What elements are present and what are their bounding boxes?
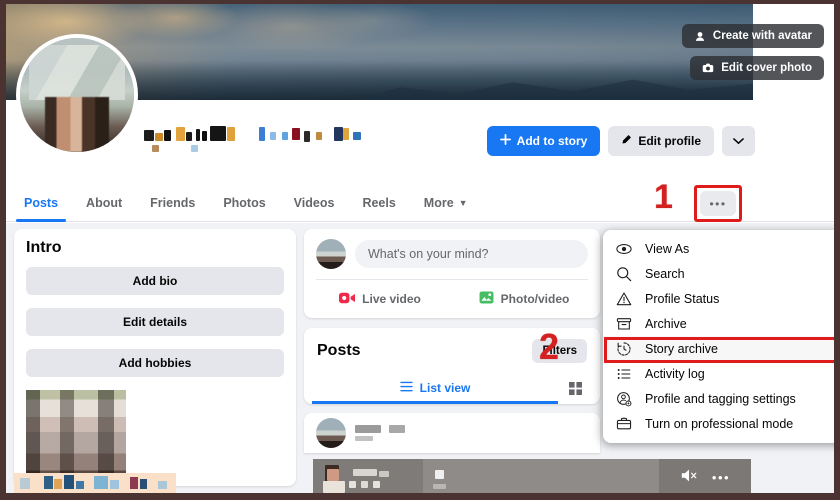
- intro-card: Intro Add bio Edit details Add hobbies: [14, 229, 296, 486]
- tab-friends[interactable]: Friends: [136, 184, 209, 222]
- post-item-stub[interactable]: [304, 413, 600, 453]
- menu-item-profile-tagging-label: Profile and tagging settings: [645, 392, 796, 406]
- tab-posts-label: Posts: [24, 196, 58, 210]
- tab-about[interactable]: About: [72, 184, 136, 222]
- camera-icon: [702, 62, 714, 74]
- profile-action-buttons: Add to story Edit profile: [487, 126, 755, 156]
- pencil-icon: [621, 134, 632, 148]
- warning-triangle-icon: [615, 290, 633, 308]
- video-player-bar[interactable]: •••: [313, 459, 751, 493]
- tab-friends-label: Friends: [150, 196, 195, 210]
- screenshot-frame: Create with avatar Edit cover photo: [0, 0, 840, 500]
- edit-details-button[interactable]: Edit details: [26, 308, 284, 336]
- briefcase-icon: [615, 415, 633, 433]
- bottom-peach-strip: [14, 473, 176, 493]
- profile-actions-dropdown-button[interactable]: [722, 126, 755, 156]
- eye-icon: [615, 240, 633, 258]
- annotation-number-1: 1: [654, 180, 673, 214]
- menu-item-archive[interactable]: Archive: [603, 311, 834, 336]
- edit-profile-button[interactable]: Edit profile: [608, 126, 714, 156]
- avatar-image-pixelated: [20, 38, 134, 152]
- profile-header-row: Add to story Edit profile: [6, 100, 834, 184]
- menu-item-profile-status-label: Profile Status: [645, 292, 719, 306]
- list-icon: [400, 381, 413, 395]
- facebook-profile-page: Create with avatar Edit cover photo: [6, 4, 834, 493]
- tab-videos[interactable]: Videos: [280, 184, 349, 222]
- list-view-tab[interactable]: List view: [312, 372, 558, 404]
- menu-item-profile-tagging-settings[interactable]: Profile and tagging settings: [603, 386, 834, 411]
- add-hobbies-button[interactable]: Add hobbies: [26, 349, 284, 377]
- menu-item-search[interactable]: Search: [603, 261, 834, 286]
- create-with-avatar-label: Create with avatar: [713, 30, 812, 42]
- menu-item-activity-log-label: Activity log: [645, 367, 705, 381]
- whats-on-your-mind-input[interactable]: What's on your mind?: [355, 240, 588, 268]
- post-composer-card: What's on your mind? Live video Ph: [304, 229, 600, 318]
- menu-item-search-label: Search: [645, 267, 685, 281]
- cover-buttons: Create with avatar Edit cover photo: [682, 24, 824, 80]
- photo-video-icon: [479, 291, 494, 307]
- chevron-down-icon: [733, 134, 744, 148]
- tab-photos[interactable]: Photos: [209, 184, 279, 222]
- photo-video-button[interactable]: Photo/video: [452, 287, 596, 311]
- composer-top-row: What's on your mind?: [304, 229, 600, 279]
- profile-gear-icon: [615, 390, 633, 408]
- posts-view-row: List view: [304, 372, 600, 404]
- list-icon: [615, 365, 633, 383]
- menu-item-profile-status[interactable]: Profile Status: [603, 286, 834, 311]
- menu-item-professional-mode-label: Turn on professional mode: [645, 417, 793, 431]
- chevron-down-icon: ▼: [459, 198, 468, 208]
- add-to-story-label: Add to story: [517, 134, 588, 148]
- annotation-number-2: 2: [539, 329, 559, 365]
- avatar[interactable]: [16, 34, 138, 156]
- live-video-icon: [339, 292, 355, 307]
- tab-about-label: About: [86, 196, 122, 210]
- tab-videos-label: Videos: [294, 196, 335, 210]
- composer-actions: Live video Photo/video: [304, 280, 600, 318]
- add-to-story-button[interactable]: Add to story: [487, 126, 601, 156]
- tab-more[interactable]: More ▼: [410, 184, 482, 222]
- edit-cover-photo-button[interactable]: Edit cover photo: [690, 56, 824, 80]
- menu-item-professional-mode[interactable]: Turn on professional mode: [603, 411, 834, 436]
- avatar-icon: [694, 30, 706, 42]
- tab-reels[interactable]: Reels: [348, 184, 409, 222]
- live-video-label: Live video: [362, 292, 421, 306]
- list-view-label: List view: [420, 381, 471, 395]
- posts-title: Posts: [317, 342, 361, 360]
- menu-item-activity-log[interactable]: Activity log: [603, 361, 834, 386]
- grid-view-icon[interactable]: [558, 382, 592, 395]
- tab-posts[interactable]: Posts: [10, 184, 72, 222]
- tab-photos-label: Photos: [223, 196, 265, 210]
- add-bio-button[interactable]: Add bio: [26, 267, 284, 295]
- profile-name-redacted: [144, 126, 384, 156]
- annotation-box-1: [694, 185, 742, 222]
- photo-video-label: Photo/video: [501, 292, 570, 306]
- create-with-avatar-button[interactable]: Create with avatar: [682, 24, 824, 48]
- intro-photo-thumbnail[interactable]: [26, 390, 126, 486]
- mute-icon[interactable]: [680, 468, 698, 488]
- edit-cover-photo-label: Edit cover photo: [721, 62, 812, 74]
- menu-item-view-as-label: View As: [645, 242, 689, 256]
- composer-avatar[interactable]: [316, 239, 346, 269]
- archive-box-icon: [615, 315, 633, 333]
- annotation-box-2: [604, 337, 834, 363]
- post-author-name-redacted: [355, 423, 465, 443]
- video-thumbnail[interactable]: [313, 459, 423, 493]
- plus-icon: [500, 134, 511, 148]
- video-controls: •••: [659, 459, 751, 493]
- menu-item-view-as[interactable]: View As: [603, 236, 834, 261]
- search-icon: [615, 265, 633, 283]
- live-video-button[interactable]: Live video: [308, 287, 452, 311]
- post-author-avatar[interactable]: [316, 418, 346, 448]
- menu-item-archive-label: Archive: [645, 317, 687, 331]
- edit-profile-label: Edit profile: [638, 134, 701, 148]
- tab-more-label: More: [424, 196, 454, 210]
- intro-title: Intro: [26, 239, 284, 257]
- tab-reels-label: Reels: [362, 196, 395, 210]
